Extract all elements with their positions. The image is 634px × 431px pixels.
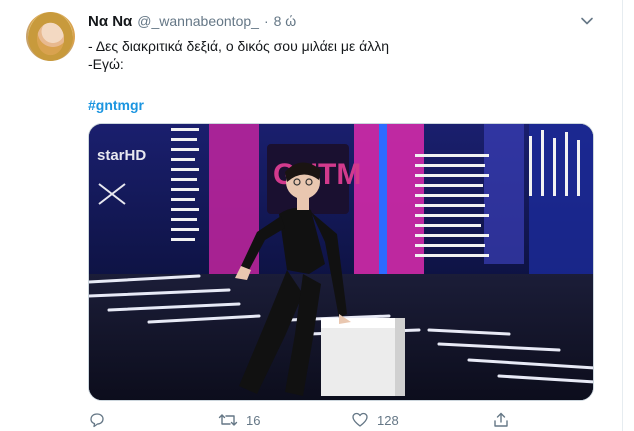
tweet[interactable]: Να Να @_wannabeontop_ · 8 ώ - Δες διακρι… [0, 0, 622, 431]
tweet-media-image[interactable]: GNTM starHD [88, 123, 594, 401]
tweet-actions: 16 128 [88, 410, 528, 430]
tweet-text: - Δες διακριτικά δεξιά, ο δικός σου μιλά… [88, 38, 389, 72]
share-icon[interactable] [492, 411, 510, 429]
display-name[interactable]: Να Να [88, 13, 132, 30]
retweet-action[interactable]: 16 [218, 410, 260, 430]
reply-icon[interactable] [88, 411, 106, 429]
retweet-count: 16 [246, 412, 261, 428]
tweet-header: Να Να @_wannabeontop_ · 8 ώ [88, 13, 296, 33]
timeline-divider [622, 0, 623, 431]
share-action[interactable] [492, 410, 518, 430]
avatar[interactable] [26, 12, 75, 61]
retweet-icon[interactable] [218, 411, 238, 429]
like-action[interactable]: 128 [351, 410, 399, 430]
timestamp[interactable]: 8 ώ [274, 13, 297, 29]
tv-stage-scene: GNTM starHD [89, 124, 593, 400]
user-handle[interactable]: @_wannabeontop_ [137, 13, 259, 29]
hashtag-link[interactable]: #gntmgr [88, 97, 144, 113]
reply-action[interactable] [88, 410, 114, 430]
channel-logo: starHD [97, 147, 146, 164]
like-icon[interactable] [351, 411, 369, 429]
separator: · [263, 13, 269, 29]
caret-down-icon[interactable] [580, 14, 594, 28]
like-count: 128 [377, 412, 399, 428]
avatar-hair [28, 12, 73, 61]
